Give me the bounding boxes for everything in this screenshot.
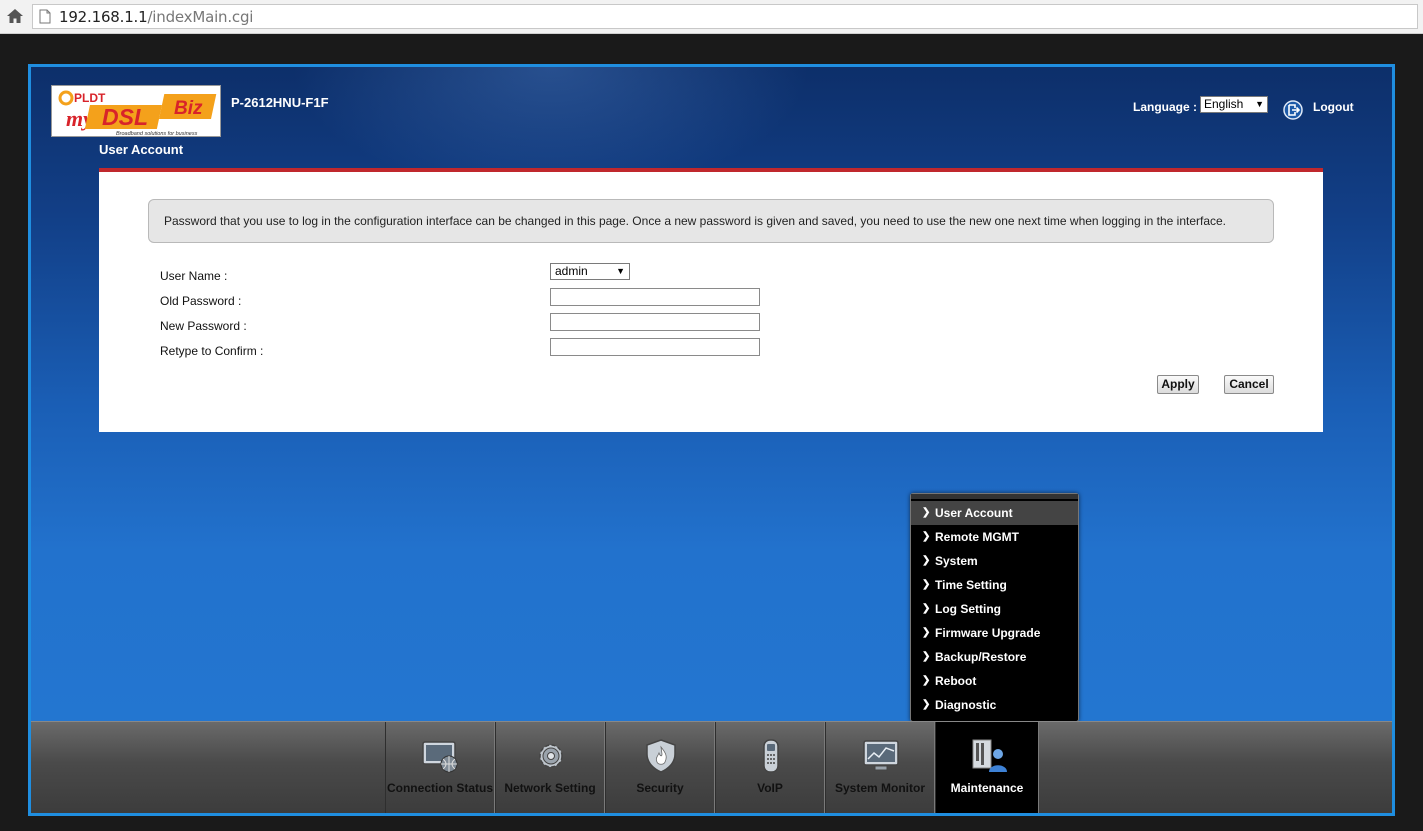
gear-icon [539,744,563,768]
menu-item-firmware-upgrade[interactable]: ❯ Firmware Upgrade [911,621,1078,645]
page-title: User Account [99,142,184,157]
shield-flame-icon [646,739,676,773]
page-icon [39,9,51,24]
monitor-globe-icon [422,741,458,773]
pldt-mydslbiz-logo: PLDT my DSL Biz Broadband solutions for … [51,85,221,137]
apply-button[interactable]: Apply [1157,375,1199,394]
user-account-panel: Password that you use to log in the conf… [99,168,1323,432]
user-name-select[interactable]: admin ▼ [550,263,630,280]
nav-label: VoIP [757,781,783,795]
chevron-right-icon: ❯ [922,579,931,590]
nav-label: System Monitor [834,781,925,795]
url-field[interactable]: 192.168.1.1/indexMain.cgi [32,4,1418,29]
nav-voip[interactable]: VoIP [715,722,825,813]
svg-text:Biz: Biz [174,98,203,119]
nav-security[interactable]: Security [605,722,715,813]
nav-system-monitor[interactable]: System Monitor [825,722,935,813]
svg-text:DSL: DSL [102,104,148,130]
user-name-value: admin [555,264,588,278]
chevron-right-icon: ❯ [922,651,931,662]
phone-icon [763,739,779,773]
nav-label: Maintenance [950,781,1024,795]
url-text: 192.168.1.1/indexMain.cgi [59,8,254,26]
language-select[interactable]: English ▼ [1200,96,1268,113]
chevron-right-icon: ❯ [922,555,931,566]
nav-label: Network Setting [504,781,596,795]
menu-item-remote-mgmt[interactable]: ❯ Remote MGMT [911,525,1078,549]
home-icon[interactable] [6,8,24,24]
nav-label: Security [636,781,684,795]
new-password-field[interactable] [550,313,760,331]
new-password-label: New Password : [160,319,247,333]
browser-address-bar: 192.168.1.1/indexMain.cgi [0,0,1423,34]
nav-maintenance[interactable]: Maintenance [935,722,1039,813]
nav-connection-status[interactable]: Connection Status [385,722,495,813]
svg-text:Broadband solutions for busine: Broadband solutions for business [116,131,198,137]
chevron-right-icon: ❯ [922,507,931,518]
chevron-right-icon: ❯ [922,531,931,542]
language-value: English [1204,97,1244,111]
menu-top-bar [911,494,1078,499]
info-note: Password that you use to log in the conf… [148,199,1274,243]
chart-monitor-icon [863,740,899,771]
chevron-right-icon: ❯ [922,699,931,710]
old-password-field[interactable] [550,288,760,306]
menu-item-time-setting[interactable]: ❯ Time Setting [911,573,1078,597]
logo-graphic: PLDT my DSL Biz Broadband solutions for … [58,90,217,137]
model-name: P-2612HNU-F1F [231,95,329,110]
user-name-label: User Name : [160,269,228,283]
menu-item-log-setting[interactable]: ❯ Log Setting [911,597,1078,621]
svg-text:PLDT: PLDT [74,91,106,105]
menu-item-reboot[interactable]: ❯ Reboot [911,669,1078,693]
menu-item-backup-restore[interactable]: ❯ Backup/Restore [911,645,1078,669]
menu-item-user-account[interactable]: ❯ User Account [911,501,1078,525]
logout-icon[interactable] [1283,100,1303,120]
nav-network-setting[interactable]: Network Setting [495,722,605,813]
dropdown-arrow-icon: ▼ [616,266,625,276]
menu-item-system[interactable]: ❯ System [911,549,1078,573]
menu-item-diagnostic[interactable]: ❯ Diagnostic [911,693,1078,717]
language-label: Language : [1133,100,1198,114]
retype-confirm-label: Retype to Confirm : [160,344,264,358]
chevron-right-icon: ❯ [922,627,931,638]
bottom-nav: Connection Status Network Setting Securi… [31,721,1392,813]
retype-confirm-field[interactable] [550,338,760,356]
chevron-right-icon: ❯ [922,603,931,614]
logout-link[interactable]: Logout [1313,100,1354,114]
cancel-button[interactable]: Cancel [1224,375,1274,394]
old-password-label: Old Password : [160,294,242,308]
chevron-right-icon: ❯ [922,675,931,686]
nav-label: Connection Status [386,781,493,795]
maintenance-menu: ❯ User Account ❯ Remote MGMT ❯ System ❯ Time… [910,493,1079,722]
dropdown-arrow-icon: ▼ [1255,99,1264,109]
maintenance-user-icon [972,739,1007,772]
router-frame: PLDT my DSL Biz Broadband solutions for … [28,64,1395,816]
